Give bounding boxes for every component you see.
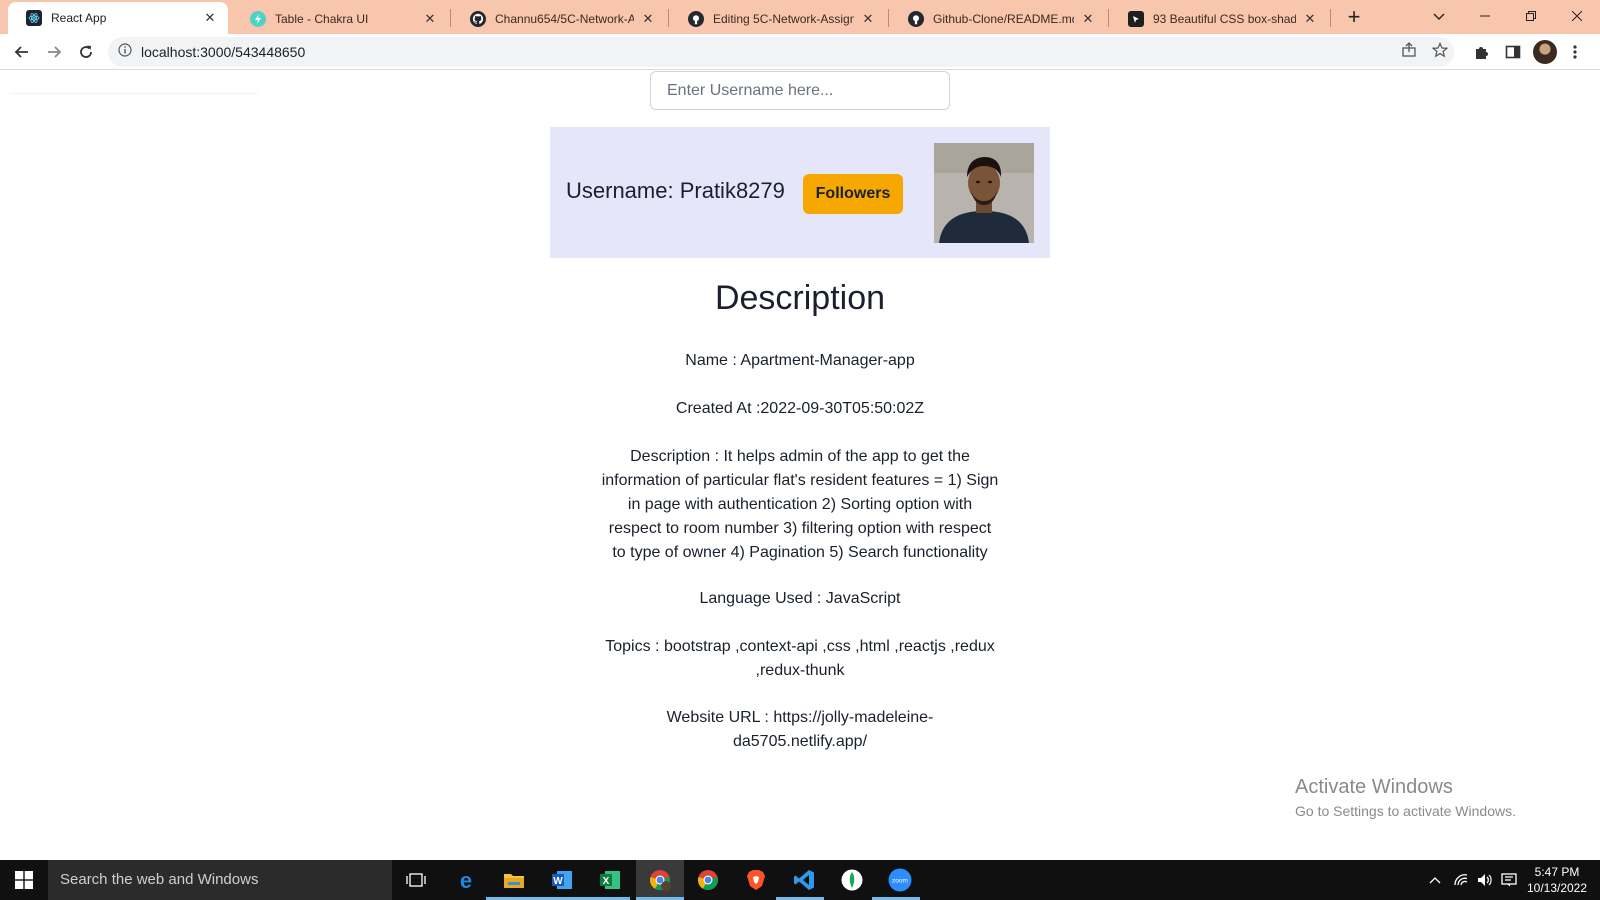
url-text: localhost:3000/543448650 <box>141 44 306 60</box>
tab-separator <box>450 9 451 27</box>
site-info-icon[interactable] <box>118 42 132 62</box>
description-heading: Description <box>714 279 886 317</box>
clock-date: 10/13/2022 <box>1526 881 1588 895</box>
tab-separator <box>888 9 889 27</box>
tab-css-box-shadow[interactable]: 93 Beautiful CSS box-shadow ✕ <box>1110 4 1328 34</box>
side-panel-icon[interactable] <box>1501 40 1525 64</box>
close-tab-icon[interactable]: ✕ <box>1302 11 1318 27</box>
forward-icon[interactable] <box>40 38 68 66</box>
tab-title: Editing 5C-Network-Assignm <box>713 12 854 26</box>
close-tab-icon[interactable]: ✕ <box>422 11 438 27</box>
close-tab-icon[interactable]: ✕ <box>640 11 656 27</box>
close-tab-icon[interactable]: ✕ <box>1080 11 1096 27</box>
tab-title: 93 Beautiful CSS box-shadow <box>1153 12 1296 26</box>
chrome-icon[interactable] <box>692 864 724 896</box>
repo-topics: Topics : bootstrap ,context-api ,css ,ht… <box>605 638 995 679</box>
svg-text:X: X <box>603 876 610 887</box>
taskbar-search-box[interactable]: Search the web and Windows <box>48 860 392 900</box>
repo-name: Name : Apartment-Manager-app <box>685 352 915 369</box>
clock-time: 5:47 PM <box>1534 865 1580 879</box>
svg-text:W: W <box>553 876 563 887</box>
close-window-button[interactable] <box>1554 2 1600 30</box>
github-icon <box>688 11 704 27</box>
desktop-screen: React App ✕ Table - Chakra UI ✕ Channu65… <box>0 0 1600 900</box>
github-icon <box>470 11 486 27</box>
chrome-profile-icon[interactable] <box>644 864 676 896</box>
divider <box>10 93 258 94</box>
tab-separator <box>1108 9 1109 27</box>
windows-start-icon[interactable] <box>0 860 48 900</box>
username-text: Username: Pratik8279 <box>566 178 785 203</box>
close-tab-icon[interactable]: ✕ <box>202 10 218 26</box>
svg-text:zoom: zoom <box>892 878 908 885</box>
excel-icon[interactable]: X <box>594 864 626 896</box>
github-icon <box>908 11 924 27</box>
browser-tab-strip: React App ✕ Table - Chakra UI ✕ Channu65… <box>0 0 1600 34</box>
tab-title: Table - Chakra UI <box>275 12 369 26</box>
watermark-title: Activate Windows <box>1295 776 1453 798</box>
new-tab-button[interactable]: + <box>1342 6 1366 30</box>
tab-react-app[interactable]: React App ✕ <box>8 2 228 34</box>
taskbar-clock[interactable]: 5:47 PM 10/13/2022 <box>1522 864 1592 896</box>
svg-text:e: e <box>460 869 472 891</box>
watermark-subtitle: Go to Settings to activate Windows. <box>1295 803 1516 819</box>
brave-icon[interactable] <box>740 864 772 896</box>
browser-menu-icon[interactable] <box>1563 40 1587 64</box>
profile-card: Username: Pratik8279 Followers <box>550 127 1050 258</box>
network-icon[interactable] <box>1452 871 1470 889</box>
tab-title: Github-Clone/README.md at <box>933 12 1074 26</box>
tab-title: Channu654/5C-Network-Assi <box>495 12 634 26</box>
windows-taskbar: Search the web and Windows e W X zoom 5:… <box>0 860 1600 900</box>
react-icon <box>26 10 42 26</box>
tab-separator <box>668 9 669 27</box>
chakra-icon <box>250 11 266 27</box>
close-tab-icon[interactable]: ✕ <box>860 11 876 27</box>
share-icon[interactable] <box>1400 41 1418 59</box>
tab-github-network-assignment[interactable]: Channu654/5C-Network-Assi ✕ <box>452 4 666 34</box>
tab-github-clone-readme[interactable]: Github-Clone/README.md at ✕ <box>890 4 1106 34</box>
extensions-icon[interactable] <box>1469 40 1493 64</box>
task-view-icon[interactable] <box>400 864 432 896</box>
tab-chakra-table[interactable]: Table - Chakra UI ✕ <box>232 4 448 34</box>
getcssscan-icon <box>1128 11 1144 27</box>
address-bar[interactable]: localhost:3000/543448650 <box>108 37 1454 67</box>
vscode-icon[interactable] <box>788 864 820 896</box>
minimize-button[interactable] <box>1462 2 1508 30</box>
repo-website-url: Website URL : https://jolly-madeleine-da… <box>666 709 934 750</box>
zoom-icon[interactable]: zoom <box>884 864 916 896</box>
browser-toolbar: localhost:3000/543448650 <box>0 34 1600 70</box>
back-icon[interactable] <box>8 38 36 66</box>
tab-title: React App <box>51 11 107 25</box>
tab-separator <box>1330 9 1331 27</box>
reload-icon[interactable] <box>72 38 100 66</box>
mongodb-compass-icon[interactable] <box>836 864 868 896</box>
edge-icon[interactable]: e <box>450 864 482 896</box>
user-avatar <box>934 143 1034 243</box>
tab-search-icon[interactable] <box>1416 2 1462 30</box>
activate-windows-watermark: Activate Windows Go to Settings to activ… <box>1295 776 1516 819</box>
profile-avatar-icon[interactable] <box>1533 40 1557 64</box>
followers-button[interactable]: Followers <box>803 174 903 214</box>
word-icon[interactable]: W <box>546 864 578 896</box>
repo-language: Language Used : JavaScript <box>699 590 901 607</box>
restore-button[interactable] <box>1508 2 1554 30</box>
tab-editing-assignment[interactable]: Editing 5C-Network-Assignm ✕ <box>670 4 886 34</box>
page-viewport: Username: Pratik8279 Followers Descripti… <box>0 70 1600 860</box>
username-search-input[interactable] <box>650 71 950 110</box>
repo-description: Description : It helps admin of the app … <box>601 448 999 561</box>
volume-icon[interactable] <box>1476 871 1494 889</box>
notification-center-icon[interactable] <box>1500 871 1518 889</box>
bookmark-star-icon[interactable] <box>1431 41 1449 59</box>
repo-created-at: Created At :2022-09-30T05:50:02Z <box>675 400 925 417</box>
show-hidden-icons-icon[interactable] <box>1426 871 1444 889</box>
file-explorer-icon[interactable] <box>498 864 530 896</box>
